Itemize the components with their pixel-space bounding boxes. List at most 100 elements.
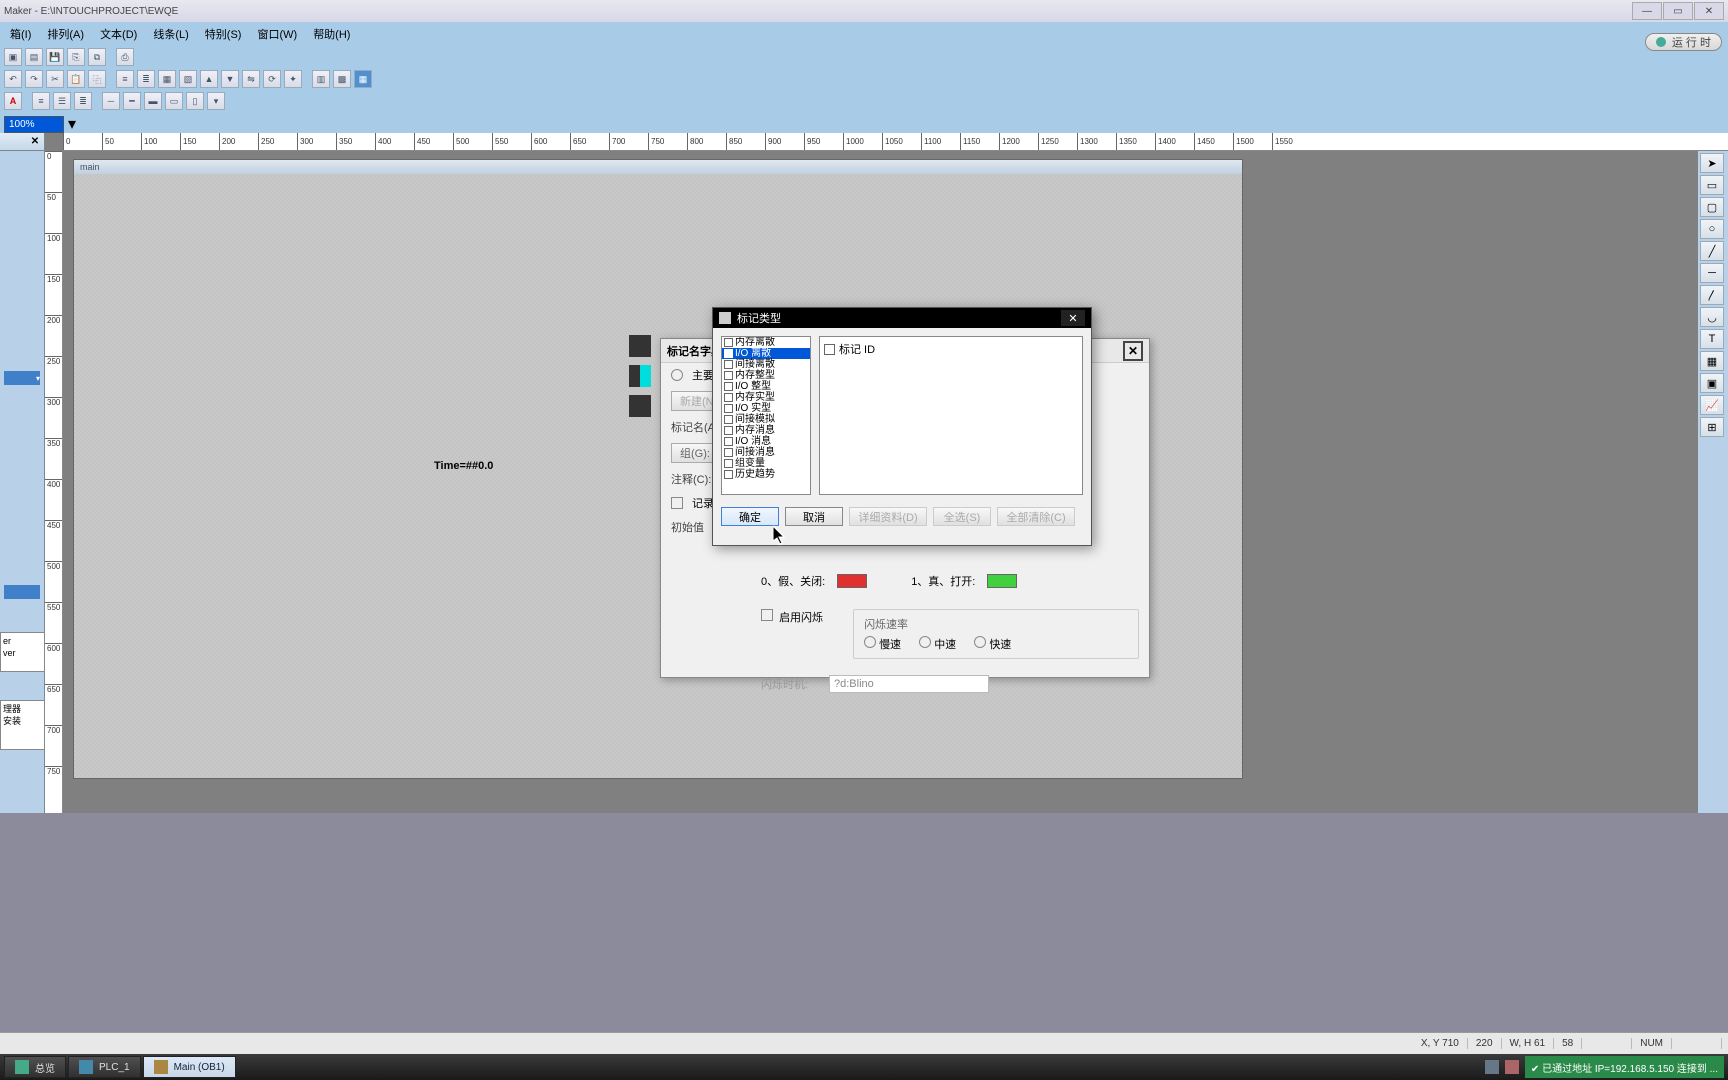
left-dock-close-icon[interactable]: ✕ (28, 135, 42, 149)
tag-type-checkbox[interactable] (724, 371, 733, 380)
blink-fast-radio[interactable] (974, 636, 986, 648)
tool-grid-icon[interactable]: ⊞ (1700, 417, 1724, 437)
toolbar-saveall-icon[interactable]: ⎘ (67, 48, 85, 66)
tag-type-checkbox[interactable] (724, 415, 733, 424)
toolbar-cut-icon[interactable]: ✂ (46, 70, 64, 88)
tag-type-checkbox[interactable] (724, 459, 733, 468)
tag-type-dialog-close-button[interactable]: ✕ (1061, 310, 1085, 326)
shape-object-3[interactable] (629, 395, 651, 417)
tool-hline-icon[interactable]: ─ (1700, 263, 1724, 283)
tool-text-icon[interactable]: T (1700, 329, 1724, 349)
toolbar-line4-icon[interactable]: ▭ (165, 92, 183, 110)
taskbar-item-main[interactable]: Main (OB1) (143, 1056, 236, 1078)
toolbar-align-center-icon[interactable]: ☰ (53, 92, 71, 110)
toolbar-line3-icon[interactable]: ▬ (144, 92, 162, 110)
tag-type-checkbox[interactable] (724, 404, 733, 413)
shape-object-1[interactable] (629, 335, 651, 357)
tag-type-item[interactable]: 间接消息 (722, 447, 810, 458)
tag-type-item[interactable]: I/O 实型 (722, 403, 810, 414)
tool-bitmap-icon[interactable]: ▦ (1700, 351, 1724, 371)
tool-rect-icon[interactable]: ▭ (1700, 175, 1724, 195)
tool-ellipse-icon[interactable]: ○ (1700, 219, 1724, 239)
toolbar-ungroup-icon[interactable]: ▧ (179, 70, 197, 88)
properties-main-radio[interactable] (671, 369, 683, 381)
left-dock-dropdown[interactable]: ▾ (4, 371, 40, 385)
taskbar-item-plc1[interactable]: PLC_1 (68, 1056, 141, 1078)
left-dock-dropdown-2[interactable] (4, 585, 40, 599)
tag-type-checkbox[interactable] (724, 448, 733, 457)
toolbar-extra3-icon[interactable]: ▦ (354, 70, 372, 88)
tag-type-item[interactable]: 组变量 (722, 458, 810, 469)
window-close-button[interactable]: ✕ (1694, 2, 1724, 20)
tag-type-dialog-titlebar[interactable]: 标记类型 ✕ (713, 308, 1091, 328)
toolbar-copy-icon[interactable]: ⧉ (88, 48, 106, 66)
tag-type-item[interactable]: 内存消息 (722, 425, 810, 436)
toolbar-line1-icon[interactable]: ─ (102, 92, 120, 110)
tag-type-list[interactable]: 内存离散✓I/O 离散间接离散内存整型I/O 整型内存实型I/O 实型间接模拟内… (721, 336, 811, 495)
menu-arrange[interactable]: 排列(A) (41, 24, 90, 44)
tag-id-checkbox[interactable] (824, 344, 835, 355)
toolbar-extra1-icon[interactable]: ▥ (312, 70, 330, 88)
tool-roundrect-icon[interactable]: ▢ (1700, 197, 1724, 217)
toolbar-save-icon[interactable]: 💾 (46, 48, 64, 66)
tag-type-checkbox[interactable] (724, 393, 733, 402)
taskbar-item-overview[interactable]: 总览 (4, 1056, 66, 1078)
menu-box[interactable]: 箱(I) (4, 24, 37, 44)
tag-type-checkbox[interactable] (724, 360, 733, 369)
toolbar-front-icon[interactable]: ▲ (200, 70, 218, 88)
tool-arc-icon[interactable]: ◡ (1700, 307, 1724, 327)
toolbar-redo-icon[interactable]: ↷ (25, 70, 43, 88)
tag-type-item[interactable]: 内存离散 (722, 337, 810, 348)
tool-button-icon[interactable]: ▣ (1700, 373, 1724, 393)
ok-button[interactable]: 确定 (721, 507, 779, 526)
tag-type-item[interactable]: 历史趋势 (722, 469, 810, 480)
toolbar-font-icon[interactable]: A (4, 92, 22, 110)
toolbar-print-icon[interactable]: ⎙ (116, 48, 134, 66)
menu-line[interactable]: 线条(L) (147, 24, 194, 44)
tool-line-icon[interactable]: ╱ (1700, 241, 1724, 261)
tag-type-item[interactable]: I/O 消息 (722, 436, 810, 447)
tag-type-checkbox[interactable] (724, 382, 733, 391)
properties-blink-checkbox[interactable] (761, 609, 773, 621)
tag-type-item[interactable]: ✓I/O 离散 (722, 348, 810, 359)
toolbar-dropdown-icon[interactable]: ▾ (207, 92, 225, 110)
tag-type-checkbox[interactable] (724, 437, 733, 446)
tag-type-item[interactable]: 间接模拟 (722, 414, 810, 425)
toolbar-extra2-icon[interactable]: ▩ (333, 70, 351, 88)
toolbar-rotate-icon[interactable]: ⟳ (263, 70, 281, 88)
zoom-input[interactable] (4, 116, 64, 133)
blink-slow-radio[interactable] (864, 636, 876, 648)
menu-special[interactable]: 特别(S) (199, 24, 248, 44)
tag-type-item[interactable]: 内存整型 (722, 370, 810, 381)
properties-true-color-swatch[interactable] (987, 574, 1017, 588)
tool-pointer-icon[interactable]: ➤ (1700, 153, 1724, 173)
tag-type-item[interactable]: 内存实型 (722, 392, 810, 403)
properties-log-checkbox[interactable] (671, 497, 683, 509)
toolbar-paste-icon[interactable]: 📋 (67, 70, 85, 88)
properties-false-color-swatch[interactable] (837, 574, 867, 588)
toolbar-new-icon[interactable]: ▣ (4, 48, 22, 66)
cancel-button[interactable]: 取消 (785, 507, 843, 526)
tag-type-checkbox[interactable] (724, 338, 733, 347)
tool-polyline-icon[interactable]: 〳 (1700, 285, 1724, 305)
toolbar-dup-icon[interactable]: ⿻ (88, 70, 106, 88)
menu-window[interactable]: 窗口(W) (251, 24, 303, 44)
blink-med-radio[interactable] (919, 636, 931, 648)
menu-text[interactable]: 文本(D) (94, 24, 143, 44)
toolbar-undo-icon[interactable]: ↶ (4, 70, 22, 88)
toolbar-align-left-icon[interactable]: ≡ (32, 92, 50, 110)
window-minimize-button[interactable]: — (1632, 2, 1662, 20)
runtime-button[interactable]: 运 行 时 (1645, 33, 1722, 51)
toolbar-open-icon[interactable]: ▤ (25, 48, 43, 66)
tray-icon-2[interactable] (1505, 1060, 1519, 1074)
toolbar-wizard-icon[interactable]: ✦ (284, 70, 302, 88)
toolbar-align-right-icon[interactable]: ≣ (74, 92, 92, 110)
toolbar-align-icon[interactable]: ≡ (116, 70, 134, 88)
shape-object-2[interactable] (629, 365, 651, 387)
toolbar-line5-icon[interactable]: ▯ (186, 92, 204, 110)
tag-type-checkbox[interactable] (724, 426, 733, 435)
tool-trend-icon[interactable]: 📈 (1700, 395, 1724, 415)
tag-type-checkbox[interactable]: ✓ (724, 349, 733, 358)
tag-type-item[interactable]: I/O 整型 (722, 381, 810, 392)
toolbar-align2-icon[interactable]: ≣ (137, 70, 155, 88)
